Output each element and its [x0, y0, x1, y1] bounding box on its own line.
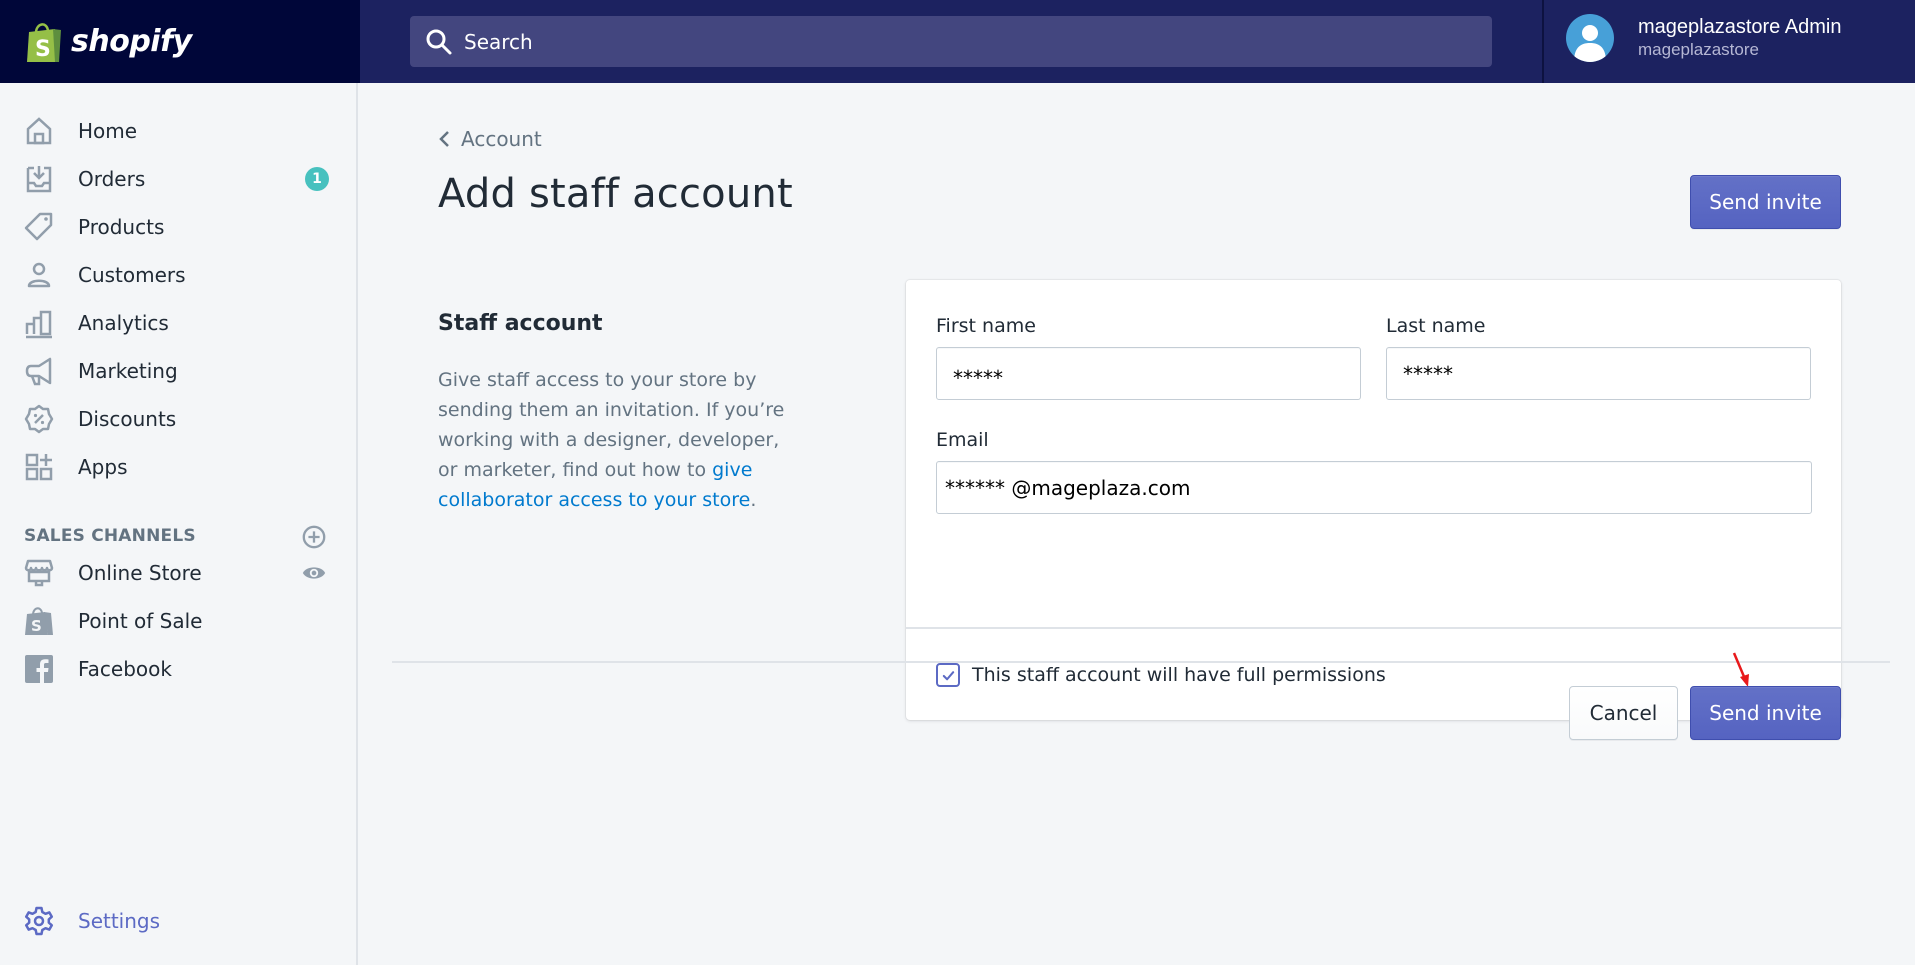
- user-menu[interactable]: mageplazastore Admin mageplazastore: [1566, 14, 1841, 62]
- megaphone-icon: [22, 354, 56, 388]
- search-placeholder: Search: [464, 29, 533, 54]
- view-online-store-button[interactable]: [300, 559, 328, 587]
- checkmark-icon: [942, 670, 954, 680]
- sidebar-item-analytics[interactable]: Analytics: [0, 299, 356, 347]
- sidebar-item-label: Orders: [78, 167, 146, 191]
- last-name-label: Last name: [1386, 315, 1486, 337]
- sidebar-item-label: Customers: [78, 263, 186, 287]
- sidebar-item-point-of-sale[interactable]: S Point of Sale: [0, 597, 356, 645]
- sidebar-item-home[interactable]: Home: [0, 107, 356, 155]
- eye-icon: [302, 567, 326, 579]
- store-name: mageplazastore: [1638, 40, 1759, 59]
- user-name: mageplazastore Admin: [1638, 16, 1842, 38]
- full-permissions-checkbox[interactable]: [936, 663, 960, 687]
- breadcrumb-back-account[interactable]: Account: [437, 127, 542, 151]
- email-label: Email: [936, 429, 989, 451]
- apps-icon: [22, 450, 56, 484]
- top-bar: S shopify Search mageplazastore Admin ma…: [0, 0, 1915, 83]
- email-field[interactable]: ****** @mageplaza.com: [936, 461, 1812, 514]
- section-description-end: .: [750, 489, 757, 511]
- sidebar-item-online-store[interactable]: Online Store: [0, 549, 356, 597]
- first-name-field[interactable]: *****: [936, 347, 1361, 400]
- send-invite-button[interactable]: Send invite: [1690, 686, 1841, 740]
- svg-text:S: S: [31, 617, 42, 635]
- full-permissions-label[interactable]: This staff account will have full permis…: [972, 663, 1386, 687]
- sales-channels-heading: SALES CHANNELS: [24, 526, 196, 546]
- gear-icon: [22, 904, 56, 938]
- staff-account-card: First name ***** Last name ***** Email *…: [906, 280, 1841, 720]
- section-heading: Staff account: [438, 311, 603, 336]
- shopify-bag-icon: S: [27, 22, 61, 62]
- sidebar-item-label: Point of Sale: [78, 609, 203, 633]
- facebook-icon: [22, 652, 56, 686]
- sidebar-item-label: Products: [78, 215, 165, 239]
- first-name-label: First name: [936, 315, 1036, 337]
- search-input[interactable]: Search: [410, 16, 1492, 67]
- search-icon: [426, 29, 452, 54]
- sidebar-item-apps[interactable]: Apps: [0, 443, 356, 491]
- avatar: [1566, 14, 1614, 62]
- chevron-left-icon: [439, 131, 449, 147]
- sidebar-item-orders[interactable]: Orders 1: [0, 155, 356, 203]
- pos-bag-icon: S: [22, 604, 56, 638]
- last-name-field[interactable]: *****: [1386, 347, 1811, 400]
- tag-icon: [22, 210, 56, 244]
- svg-text:S: S: [35, 37, 51, 62]
- sidebar-item-label: Settings: [78, 909, 161, 933]
- sidebar-item-customers[interactable]: Customers: [0, 251, 356, 299]
- page-divider: [392, 661, 1890, 663]
- sidebar: Home Orders 1 Products Customers Analyti…: [0, 83, 358, 965]
- discount-icon: [22, 402, 56, 436]
- sidebar-item-label: Online Store: [78, 561, 202, 585]
- section-description: Give staff access to your store by sendi…: [438, 365, 798, 515]
- breadcrumb-label: Account: [461, 127, 542, 151]
- card-divider: [906, 627, 1841, 629]
- sidebar-item-facebook[interactable]: Facebook: [0, 645, 356, 693]
- sidebar-item-settings[interactable]: Settings: [0, 897, 356, 945]
- send-invite-button-top[interactable]: Send invite: [1690, 175, 1841, 229]
- page-title: Add staff account: [438, 171, 793, 217]
- sidebar-item-label: Apps: [78, 455, 128, 479]
- shopify-logo[interactable]: S shopify: [0, 0, 360, 83]
- sidebar-item-label: Discounts: [78, 407, 177, 431]
- bar-chart-icon: [22, 306, 56, 340]
- annotation-arrow-icon: [1732, 652, 1749, 687]
- store-icon: [22, 556, 56, 590]
- sidebar-item-label: Home: [78, 119, 138, 143]
- topbar-divider: [1542, 0, 1544, 83]
- cancel-button[interactable]: Cancel: [1569, 686, 1678, 740]
- user-silhouette-icon: [1574, 25, 1606, 62]
- home-icon: [22, 114, 56, 148]
- sidebar-item-label: Facebook: [78, 657, 172, 681]
- plus-circle-icon: [302, 525, 326, 549]
- sidebar-item-products[interactable]: Products: [0, 203, 356, 251]
- person-icon: [22, 258, 56, 292]
- sidebar-item-marketing[interactable]: Marketing: [0, 347, 356, 395]
- brand-name: shopify: [71, 24, 192, 59]
- sidebar-item-discounts[interactable]: Discounts: [0, 395, 356, 443]
- add-sales-channel-button[interactable]: [300, 523, 328, 551]
- sidebar-item-label: Marketing: [78, 359, 178, 383]
- sidebar-item-label: Analytics: [78, 311, 169, 335]
- orders-count-badge: 1: [305, 167, 329, 191]
- orders-icon: [22, 162, 56, 196]
- main-content: Account Add staff account Send invite St…: [360, 83, 1915, 965]
